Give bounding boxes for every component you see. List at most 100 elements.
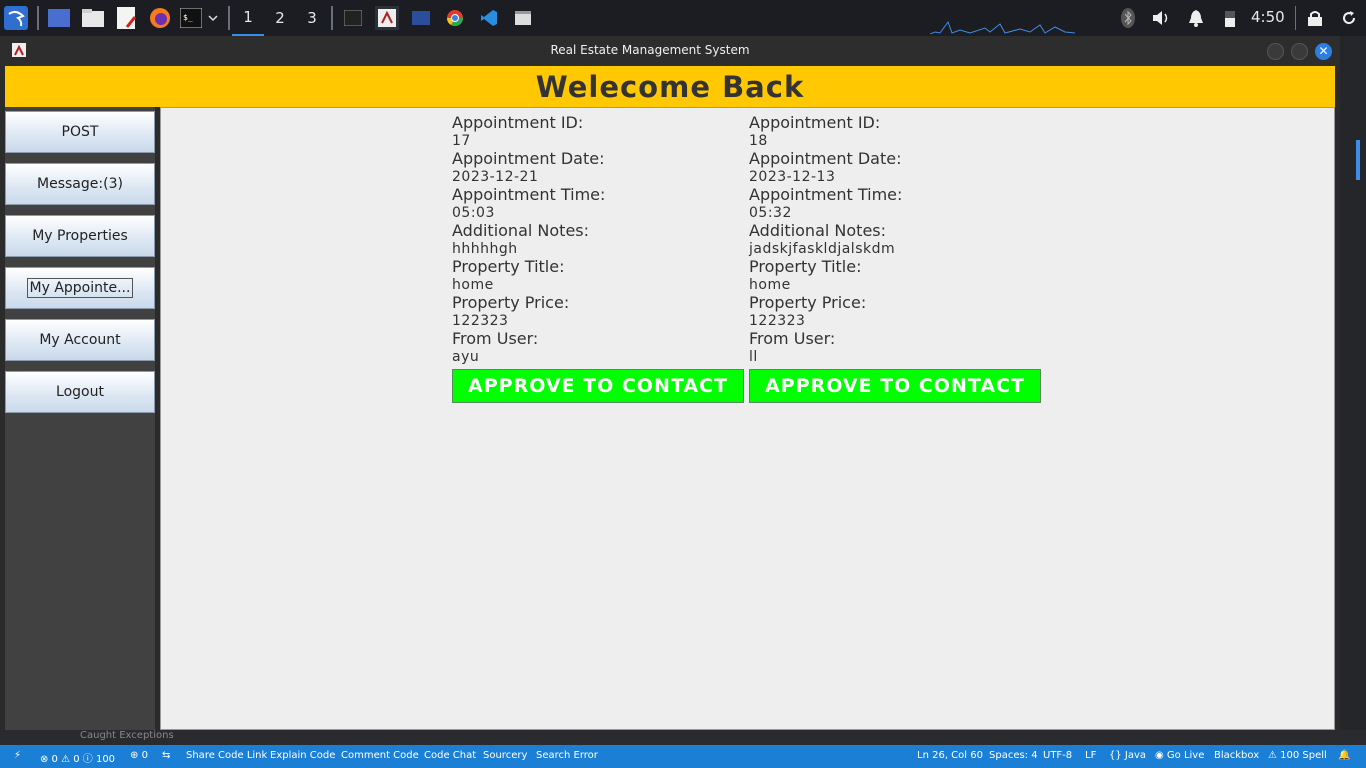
clock[interactable]: 4:50 xyxy=(1251,8,1285,26)
appointment-date-value: 2023-12-13 xyxy=(749,169,836,185)
appointment-date-value: 2023-12-21 xyxy=(452,169,539,185)
messages-button-label: Message:(3) xyxy=(37,176,123,192)
logout-button[interactable]: Logout xyxy=(5,371,155,413)
editor-panel-strip: Caught Exceptions xyxy=(0,730,1366,745)
workspace-1[interactable]: 1 xyxy=(232,0,264,36)
editor-scrollbar[interactable] xyxy=(1356,140,1360,180)
appointment-time-label: Appointment Time: xyxy=(749,185,903,204)
workspace-3[interactable]: 3 xyxy=(296,0,328,36)
end-of-line[interactable]: LF xyxy=(1085,750,1096,761)
notifications-bell-icon[interactable]: 🔔 xyxy=(1338,750,1350,761)
power-refresh-icon[interactable] xyxy=(1337,6,1361,30)
chrome-icon[interactable] xyxy=(443,6,467,30)
ports-icon: ⊕ xyxy=(130,750,142,761)
file-encoding[interactable]: UTF-8 xyxy=(1043,750,1072,761)
problems-indicator[interactable]: ⊗ 0 ⚠ 0 ⓘ 100 xyxy=(40,750,115,765)
battery-icon xyxy=(1218,6,1242,30)
additional-notes-label: Additional Notes: xyxy=(749,221,887,240)
kali-menu-icon[interactable] xyxy=(4,6,28,30)
property-price-label: Property Price: xyxy=(452,293,570,312)
file-manager-icon[interactable] xyxy=(81,6,105,30)
terminal-window-icon[interactable] xyxy=(341,6,365,30)
from-user-label: From User: xyxy=(452,329,539,348)
show-desktop-icon[interactable] xyxy=(47,6,71,30)
approve-to-contact-button[interactable]: APPROVE TO CONTACT xyxy=(452,369,744,403)
my-account-button[interactable]: My Account xyxy=(5,319,155,361)
appointment-date-label: Appointment Date: xyxy=(452,149,605,168)
search-error[interactable]: Search Error xyxy=(536,750,598,761)
my-properties-button[interactable]: My Properties xyxy=(5,215,155,257)
additional-notes-label: Additional Notes: xyxy=(452,221,590,240)
property-title-label: Property Title: xyxy=(452,257,565,276)
logout-button-label: Logout xyxy=(56,384,104,400)
editor-right-strip xyxy=(1340,36,1366,745)
volume-icon[interactable] xyxy=(1149,6,1173,30)
terminal-icon[interactable]: $_ xyxy=(179,6,203,30)
taskbar-separator xyxy=(331,6,333,30)
folder-window-icon[interactable] xyxy=(409,6,433,30)
property-price-value: 122323 xyxy=(749,313,806,329)
my-appointments-button[interactable]: My Appointe... xyxy=(5,267,155,309)
spell-check[interactable]: ⚠ 100 Spell xyxy=(1268,750,1327,761)
explain-code[interactable]: Explain Code xyxy=(270,750,335,761)
welcome-banner: Welecome Back xyxy=(5,66,1335,107)
workspace-2[interactable]: 2 xyxy=(264,0,296,36)
vscode-icon[interactable] xyxy=(477,6,501,30)
maximize-button[interactable] xyxy=(1291,43,1308,60)
indent-spaces[interactable]: Spaces: 4 xyxy=(989,750,1038,761)
taskbar: $_ 1 2 3 4:50 xyxy=(0,0,1366,36)
language-label: Java xyxy=(1124,750,1147,761)
svg-text:$_: $_ xyxy=(183,13,193,22)
from-user-value: ll xyxy=(749,349,758,365)
cpu-graph xyxy=(929,18,1076,35)
appointments-panel: Appointment ID: 17 Appointment Date: 202… xyxy=(160,107,1335,730)
firefox-icon[interactable] xyxy=(148,6,172,30)
cursor-position[interactable]: Ln 26, Col 60 xyxy=(917,750,983,761)
appointment-time-value: 05:03 xyxy=(452,205,495,221)
text-editor-icon[interactable] xyxy=(115,6,139,30)
from-user-label: From User: xyxy=(749,329,836,348)
property-title-value: home xyxy=(749,277,791,293)
notification-bell-icon[interactable] xyxy=(1184,6,1208,30)
appointment-date-label: Appointment Date: xyxy=(749,149,902,168)
taskbar-separator xyxy=(1295,6,1296,30)
spell-label: 100 Spell xyxy=(1280,750,1327,761)
code-chat[interactable]: Code Chat xyxy=(424,750,476,761)
appointment-time-label: Appointment Time: xyxy=(452,185,606,204)
appointment-id-value: 17 xyxy=(452,133,471,149)
window-titlebar[interactable]: Real Estate Management System ✕ xyxy=(0,36,1340,66)
java-app-window-icon[interactable] xyxy=(375,6,399,30)
lock-icon[interactable] xyxy=(1303,6,1327,30)
status-bar: ⚡ ⊗ 0 ⚠ 0 ⓘ 100 ⊕ 0 ⇆ Share Code Link Ex… xyxy=(0,745,1366,768)
sourcery[interactable]: Sourcery xyxy=(483,750,527,761)
property-title-value: home xyxy=(452,277,494,293)
appointment-card: Appointment ID: 18 Appointment Date: 202… xyxy=(749,114,1041,403)
blackbox[interactable]: Blackbox xyxy=(1214,750,1259,761)
close-button[interactable]: ✕ xyxy=(1315,43,1332,60)
warning-icon: ⚠ xyxy=(1268,750,1281,761)
sidebar: POST Message:(3) My Properties My Appoin… xyxy=(5,107,155,730)
broadcast-icon[interactable]: ⇆ xyxy=(162,750,170,761)
appointment-id-label: Appointment ID: xyxy=(749,113,881,132)
caught-exceptions-label[interactable]: Caught Exceptions xyxy=(80,730,174,741)
messages-button[interactable]: Message:(3) xyxy=(5,163,155,205)
my-properties-button-label: My Properties xyxy=(32,228,128,244)
property-price-label: Property Price: xyxy=(749,293,867,312)
approve-to-contact-button[interactable]: APPROVE TO CONTACT xyxy=(749,369,1041,403)
post-button[interactable]: POST xyxy=(5,111,155,153)
appointment-id-value: 18 xyxy=(749,133,768,149)
language-mode[interactable]: {} Java xyxy=(1109,750,1146,761)
minimize-button[interactable] xyxy=(1267,43,1284,60)
remote-icon[interactable]: ⚡ xyxy=(14,750,21,761)
ports-indicator[interactable]: ⊕ 0 xyxy=(130,750,148,761)
share-code-link[interactable]: Share Code Link xyxy=(186,750,267,761)
go-live[interactable]: ◉ Go Live xyxy=(1155,750,1204,761)
property-price-value: 122323 xyxy=(452,313,509,329)
my-appointments-button-label: My Appointe... xyxy=(26,278,134,298)
braces-icon: {} xyxy=(1109,750,1125,761)
bluetooth-icon[interactable] xyxy=(1116,6,1140,30)
appointment-card: Appointment ID: 17 Appointment Date: 202… xyxy=(452,114,744,403)
comment-code[interactable]: Comment Code xyxy=(341,750,419,761)
window-icon[interactable] xyxy=(511,6,535,30)
chevron-down-icon[interactable] xyxy=(203,6,223,30)
